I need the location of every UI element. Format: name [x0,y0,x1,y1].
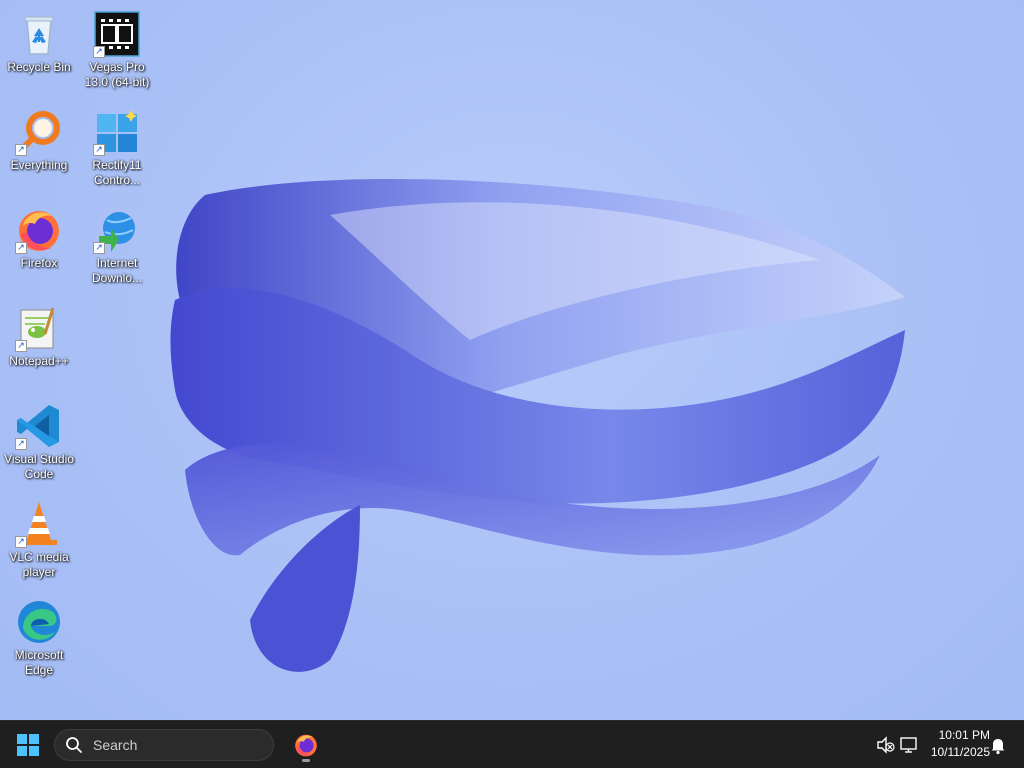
desktop-icon-label: Microsoft Edge [14,648,64,677]
shortcut-arrow-icon: ↗ [15,242,27,254]
notepad-icon: ↗ [15,304,63,352]
desktop-icon-label: Notepad++ [9,354,69,368]
notification-bell-icon[interactable] [988,735,1008,755]
desktop-icon-recycle-bin[interactable]: Recycle Bin [0,6,78,98]
edge-icon [15,598,63,646]
desktop-icon-label: Recycle Bin [7,60,71,74]
recycle-bin-icon [15,10,63,58]
shortcut-arrow-icon: ↗ [93,242,105,254]
shortcut-arrow-icon: ↗ [15,536,27,548]
firefox-icon [295,734,317,757]
traffic-cone-icon: ↗ [15,500,63,548]
shortcut-arrow-icon: ↗ [15,340,27,352]
speaker-muted-icon[interactable] [876,735,896,755]
desktop-icon-label: Vegas Pro 13.0 (64-bit) [84,60,150,89]
magnifier-icon: ↗ [15,108,63,156]
search-icon [66,737,82,753]
film-strip-icon: ↗ [93,10,141,58]
taskbar-clock[interactable]: 10:01 PM 10/11/2025 [918,727,990,761]
taskbar: 10:01 PM 10/11/2025 [0,720,1024,768]
taskbar-search-box[interactable] [54,729,274,761]
network-icon[interactable] [899,735,919,755]
desktop-icon-internet-download-manager[interactable]: ↗ Internet Downlo... [78,202,156,294]
desktop-icon-label: Firefox [20,256,58,270]
desktop-icon-rectify11[interactable]: ↗ Rectify11 Contro... [78,104,156,196]
desktop-icon-label: Rectify11 Contro... [92,158,142,187]
desktop-icon-vlc-media-player[interactable]: ↗ VLC media player [0,496,78,588]
taskbar-app-firefox[interactable] [288,727,324,763]
windows-start-icon [17,734,39,756]
shortcut-arrow-icon: ↗ [93,144,105,156]
start-button[interactable] [10,727,46,763]
desktop-icon-visual-studio-code[interactable]: ↗ Visual Studio Code [0,398,78,490]
windows-logo-icon: ↗ [93,108,141,156]
desktop-icon-firefox[interactable]: ↗ Firefox [0,202,78,294]
firefox-icon: ↗ [15,206,63,254]
desktop-icon-label: Internet Downlo... [91,256,143,285]
desktop-icon-vegas-pro[interactable]: ↗ Vegas Pro 13.0 (64-bit) [78,6,156,98]
desktop-icon-microsoft-edge[interactable]: Microsoft Edge [0,594,78,686]
shortcut-arrow-icon: ↗ [15,144,27,156]
globe-download-icon: ↗ [93,206,141,254]
search-input[interactable] [91,736,265,754]
desktop-icon-label: Everything [10,158,68,172]
shortcut-arrow-icon: ↗ [93,46,105,58]
vscode-icon: ↗ [15,402,63,450]
desktop-icon-label: Visual Studio Code [4,452,74,481]
clock-date: 10/11/2025 [930,745,990,759]
desktop-icon-label: VLC media player [9,550,69,579]
shortcut-arrow-icon: ↗ [15,438,27,450]
running-indicator [302,759,310,762]
desktop-icon-everything[interactable]: ↗ Everything [0,104,78,196]
clock-time: 10:01 PM [938,728,990,742]
desktop-icon-notepad-plus-plus[interactable]: ↗ Notepad++ [0,300,78,392]
